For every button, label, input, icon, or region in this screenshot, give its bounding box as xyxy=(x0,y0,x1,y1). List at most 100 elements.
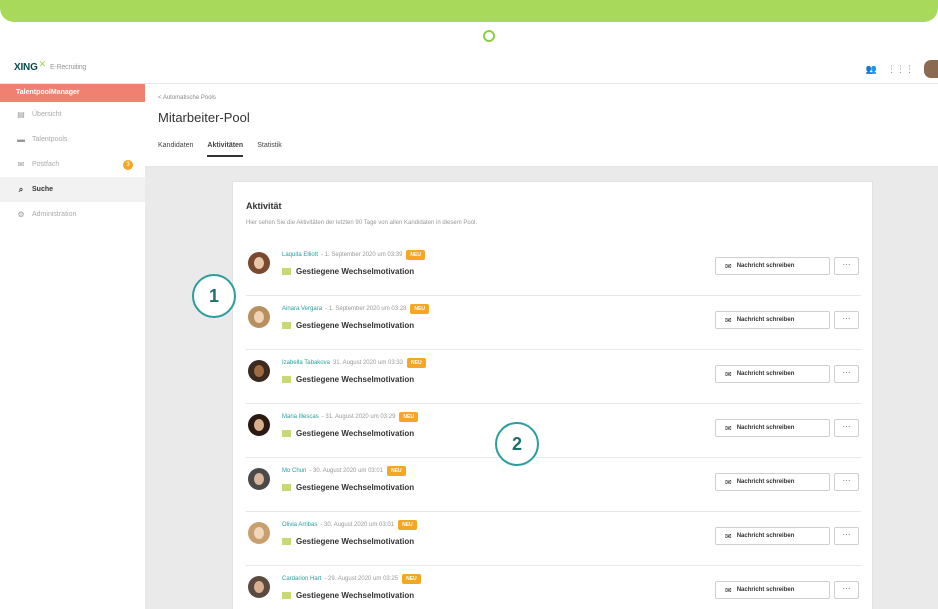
candidate-name-link[interactable]: Izabella Tabakova xyxy=(282,360,330,366)
avatar-face xyxy=(254,581,264,593)
activity-description: Gestiegene Wechselmotivation xyxy=(282,537,414,546)
send-message-button[interactable]: ✉ Nachricht schreiben xyxy=(715,527,830,545)
avatar-face xyxy=(254,257,264,269)
activity-row: Izabella Tabakova 31. August 2020 um 03:3… xyxy=(246,350,861,404)
envelope-icon: ✉ xyxy=(725,477,732,487)
grid-icon[interactable]: ⋮⋮⋮ xyxy=(887,64,914,75)
activity-meta: Laquita Elliott - 1. September 2020 um 03… xyxy=(282,250,425,260)
new-badge: NEU xyxy=(406,250,425,260)
folder-icon: ▬ xyxy=(17,135,25,144)
more-options-button[interactable]: ··· xyxy=(834,473,859,491)
send-message-label: Nachricht schreiben xyxy=(736,263,795,269)
envelope-icon: ✉ xyxy=(725,261,732,271)
sidebar-item-administration[interactable]: ⚙ Administration xyxy=(0,202,145,227)
overview-icon: ▤ xyxy=(17,110,25,119)
people-icon[interactable]: 👥 xyxy=(866,64,877,75)
more-options-button[interactable]: ··· xyxy=(834,311,859,329)
app-header: XING ✕ E-Recruiting 👥 ⋮⋮⋮ xyxy=(0,54,938,84)
app-window: XING ✕ E-Recruiting 👥 ⋮⋮⋮ TalentpoolMana… xyxy=(0,54,938,609)
send-message-label: Nachricht schreiben xyxy=(736,587,795,593)
candidate-avatar[interactable] xyxy=(248,414,270,436)
new-badge: NEU xyxy=(410,304,429,314)
candidate-name-link[interactable]: Mo Chun xyxy=(282,468,306,474)
new-badge: NEU xyxy=(387,466,406,476)
user-avatar[interactable] xyxy=(924,60,938,78)
activity-meta: Izabella Tabakova 31. August 2020 um 03:3… xyxy=(282,358,426,368)
send-message-button[interactable]: ✉ Nachricht schreiben xyxy=(715,365,830,383)
activity-meta: Olivia Arribas - 30. August 2020 um 03:01… xyxy=(282,520,417,530)
activity-label: Gestiegene Wechselmotivation xyxy=(296,537,415,546)
send-message-button[interactable]: ✉ Nachricht schreiben xyxy=(715,311,830,329)
mail-icon: ✉ xyxy=(17,160,25,169)
new-badge: NEU xyxy=(399,412,418,422)
new-badge: NEU xyxy=(398,520,417,530)
sidebar-item-overview[interactable]: ▤ Übersicht xyxy=(0,102,145,127)
candidate-name-link[interactable]: Ainara Vergara xyxy=(282,306,322,312)
avatar-face xyxy=(254,527,264,539)
activity-date: - 1. September 2020 um 03:39 xyxy=(321,252,403,258)
activity-date: - 31. August 2020 um 03:29 xyxy=(321,414,396,420)
header-icons: 👥 ⋮⋮⋮ xyxy=(866,60,938,78)
activity-label: Gestiegene Wechselmotivation xyxy=(296,267,415,276)
activity-date: - 29. August 2020 um 03:25 xyxy=(324,576,399,582)
more-options-button[interactable]: ··· xyxy=(834,527,859,545)
candidate-avatar[interactable] xyxy=(248,252,270,274)
avatar-face xyxy=(254,473,264,485)
avatar-face xyxy=(254,311,264,323)
activity-label: Gestiegene Wechselmotivation xyxy=(296,321,415,330)
gear-icon: ⚙ xyxy=(17,210,25,219)
tab-statistik[interactable]: Statistik xyxy=(257,142,282,157)
activity-type-icon xyxy=(282,538,291,545)
sidebar-item-postfach[interactable]: ✉ Postfach 3 xyxy=(0,152,145,177)
new-badge: NEU xyxy=(407,358,426,368)
send-message-button[interactable]: ✉ Nachricht schreiben xyxy=(715,257,830,275)
activity-type-icon xyxy=(282,592,291,599)
more-options-button[interactable]: ··· xyxy=(834,419,859,437)
sidebar: TalentpoolManager ▤ Übersicht ▬ Talentpo… xyxy=(0,84,145,609)
sidebar-item-label: Administration xyxy=(32,211,77,218)
send-message-button[interactable]: ✉ Nachricht schreiben xyxy=(715,419,830,437)
activity-description: Gestiegene Wechselmotivation xyxy=(282,375,414,384)
activity-meta: Cardarion Hart - 29. August 2020 um 03:25… xyxy=(282,574,421,584)
candidate-avatar[interactable] xyxy=(248,522,270,544)
activity-date: - 1. September 2020 um 03:28 xyxy=(325,306,407,312)
send-message-button[interactable]: ✉ Nachricht schreiben xyxy=(715,473,830,491)
activity-date: 31. August 2020 um 03:33 xyxy=(332,360,403,366)
candidate-name-link[interactable]: Olivia Arribas xyxy=(282,522,317,528)
sidebar-item-label: Talentpools xyxy=(32,136,68,143)
sidebar-item-suche[interactable]: ⌕ Suche xyxy=(0,177,145,202)
activity-type-icon xyxy=(282,484,291,491)
activity-description: Gestiegene Wechselmotivation xyxy=(282,591,414,600)
more-options-button[interactable]: ··· xyxy=(834,257,859,275)
sidebar-item-label: Übersicht xyxy=(32,111,62,118)
send-message-label: Nachricht schreiben xyxy=(736,479,795,485)
activity-label: Gestiegene Wechselmotivation xyxy=(296,591,415,600)
sidebar-item-talentpools[interactable]: ▬ Talentpools xyxy=(0,127,145,152)
avatar-face xyxy=(254,365,264,377)
candidate-name-link[interactable]: Cardarion Hart xyxy=(282,576,321,582)
candidate-avatar[interactable] xyxy=(248,360,270,382)
tab-aktivitaeten[interactable]: Aktivitäten xyxy=(207,142,244,157)
card-subtitle: Hier sehen Sie die Aktivitäten der letzt… xyxy=(246,220,478,226)
activity-description: Gestiegene Wechselmotivation xyxy=(282,321,414,330)
tab-kandidaten[interactable]: Kandidaten xyxy=(158,142,193,157)
xing-logo[interactable]: XING ✕ E-Recruiting xyxy=(14,59,86,73)
send-message-button[interactable]: ✉ Nachricht schreiben xyxy=(715,581,830,599)
activity-row: Laquita Elliott - 1. September 2020 um 03… xyxy=(246,242,861,296)
candidate-name-link[interactable]: Laquita Elliott xyxy=(282,252,318,258)
candidate-name-link[interactable]: Maria Illescas xyxy=(282,414,319,420)
content-area: Aktivität Hier sehen Sie die Aktivitäten… xyxy=(145,167,938,609)
breadcrumb[interactable]: < Automatische Pools xyxy=(158,95,216,101)
step-marker-2: 2 xyxy=(495,422,539,466)
activity-type-icon xyxy=(282,268,291,275)
candidate-avatar[interactable] xyxy=(248,306,270,328)
activity-row: Cardarion Hart - 29. August 2020 um 03:25… xyxy=(246,566,861,609)
activity-label: Gestiegene Wechselmotivation xyxy=(296,483,415,492)
page-title: Mitarbeiter-Pool xyxy=(158,110,250,125)
more-options-button[interactable]: ··· xyxy=(834,365,859,383)
activity-meta: Maria Illescas - 31. August 2020 um 03:29… xyxy=(282,412,418,422)
more-options-button[interactable]: ··· xyxy=(834,581,859,599)
candidate-avatar[interactable] xyxy=(248,576,270,598)
activity-description: Gestiegene Wechselmotivation xyxy=(282,267,414,276)
candidate-avatar[interactable] xyxy=(248,468,270,490)
